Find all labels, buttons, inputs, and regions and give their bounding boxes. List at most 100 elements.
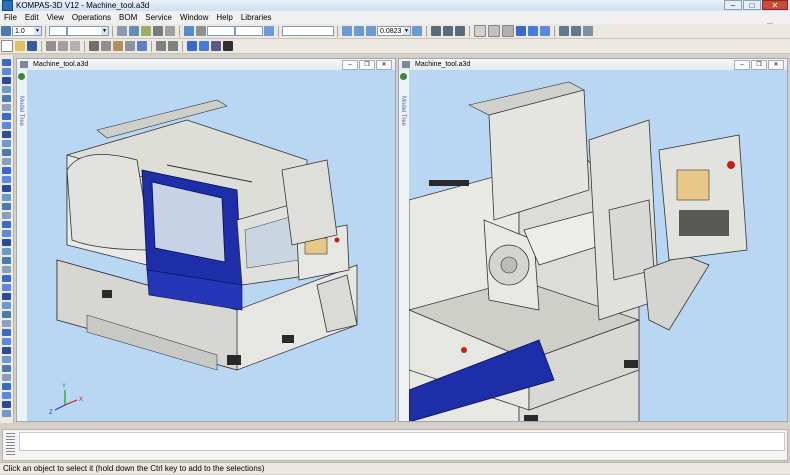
print-icon[interactable] (46, 41, 56, 51)
coord-y-field[interactable] (235, 26, 263, 36)
compact-tool-icon[interactable] (2, 131, 11, 138)
compact-tool-icon[interactable] (2, 203, 11, 210)
compact-tool-icon[interactable] (2, 122, 11, 129)
save-icon[interactable] (27, 41, 37, 51)
zoom-combo[interactable]: 0.0823 ▼ (377, 26, 411, 36)
pin-icon[interactable] (18, 73, 25, 80)
compact-tool-icon[interactable] (2, 401, 11, 408)
compact-tool-icon[interactable] (2, 293, 11, 300)
menu-operations[interactable]: Operations (68, 11, 115, 24)
library-icon[interactable] (199, 41, 209, 51)
filter-icon[interactable] (559, 26, 569, 36)
compact-tool-icon[interactable] (2, 347, 11, 354)
maximize-button[interactable]: □ (743, 0, 761, 10)
compact-tool-icon[interactable] (2, 392, 11, 399)
ortho-icon[interactable] (141, 26, 151, 36)
compact-tool-icon[interactable] (2, 338, 11, 345)
doc-close-button[interactable]: ✕ (768, 60, 784, 70)
menu-view[interactable]: View (43, 11, 68, 24)
orientation-icon[interactable] (455, 26, 465, 36)
compact-tool-icon[interactable] (2, 329, 11, 336)
menu-help[interactable]: Help (212, 11, 236, 24)
menu-libraries[interactable]: Libraries (237, 11, 276, 24)
panel-grip[interactable] (6, 433, 15, 455)
compact-tool-icon[interactable] (2, 140, 11, 147)
open-folder-icon[interactable] (15, 41, 25, 51)
compact-tool-icon[interactable] (2, 194, 11, 201)
compact-tool-icon[interactable] (2, 113, 11, 120)
style-combo[interactable]: ▼ (67, 26, 109, 36)
copy-icon[interactable] (101, 41, 111, 51)
variables-icon[interactable] (211, 41, 221, 51)
compact-tool-icon[interactable] (2, 185, 11, 192)
format-icon[interactable] (125, 41, 135, 51)
model-tree-label[interactable]: Model Tree (400, 96, 406, 126)
constraints-icon[interactable] (583, 26, 593, 36)
compact-tool-icon[interactable] (2, 149, 11, 156)
shaded-icon[interactable] (516, 26, 526, 36)
undo-icon[interactable] (156, 41, 166, 51)
zoom-in-icon[interactable] (342, 26, 352, 36)
compact-tool-icon[interactable] (2, 104, 11, 111)
panel-splitter[interactable] (0, 423, 790, 428)
compact-tool-icon[interactable] (2, 383, 11, 390)
snap-point-icon[interactable] (196, 26, 206, 36)
properties-field[interactable] (19, 432, 785, 451)
snap-icon[interactable] (1, 26, 11, 36)
viewport-3d-right[interactable] (409, 70, 787, 421)
compact-tool-icon[interactable] (2, 410, 11, 417)
model-tree-label[interactable]: Model Tree (18, 96, 24, 126)
properties-icon[interactable] (70, 41, 80, 51)
zoom-out-icon[interactable] (366, 26, 376, 36)
pin-icon[interactable] (400, 73, 407, 80)
compact-tool-icon[interactable] (2, 284, 11, 291)
step-combo[interactable]: 1.0 ▼ (12, 26, 42, 36)
compact-tool-icon[interactable] (2, 176, 11, 183)
local-cs-icon[interactable] (129, 26, 139, 36)
minimize-button[interactable]: – (724, 0, 742, 10)
close-button[interactable]: ✕ (762, 0, 788, 10)
perspective-icon[interactable] (540, 26, 550, 36)
compact-tool-icon[interactable] (2, 239, 11, 246)
doc-restore-button[interactable]: ❐ (359, 60, 375, 70)
grid-icon[interactable] (117, 26, 127, 36)
doc-close-button[interactable]: ✕ (376, 60, 392, 70)
compact-tool-icon[interactable] (2, 320, 11, 327)
menu-edit[interactable]: Edit (21, 11, 43, 24)
compact-tool-icon[interactable] (2, 257, 11, 264)
menu-bom[interactable]: BOM (115, 11, 141, 24)
hidden-lines-icon[interactable] (488, 25, 500, 37)
new-document-icon[interactable] (1, 40, 13, 52)
compact-tool-icon[interactable] (2, 95, 11, 102)
redo-icon[interactable] (168, 41, 178, 51)
thin-hidden-icon[interactable] (502, 25, 514, 37)
compact-tool-icon[interactable] (2, 68, 11, 75)
compact-tool-icon[interactable] (2, 221, 11, 228)
manager-icon[interactable] (187, 41, 197, 51)
compact-tool-icon[interactable] (2, 230, 11, 237)
doc-minimize-button[interactable]: – (734, 60, 750, 70)
selection-icon[interactable] (264, 26, 274, 36)
show-all-icon[interactable] (571, 26, 581, 36)
help-pointer-icon[interactable] (223, 41, 233, 51)
compact-tool-icon[interactable] (2, 374, 11, 381)
paste-icon[interactable] (113, 41, 123, 51)
view-orientation-combo[interactable] (282, 26, 334, 36)
compact-tool-icon[interactable] (2, 311, 11, 318)
select-all-icon[interactable] (137, 41, 147, 51)
compact-tool-icon[interactable] (2, 59, 11, 66)
compact-tool-icon[interactable] (2, 167, 11, 174)
menu-service[interactable]: Service (141, 11, 176, 24)
compact-tool-icon[interactable] (2, 248, 11, 255)
print-preview-icon[interactable] (58, 41, 68, 51)
doc-restore-button[interactable]: ❐ (751, 60, 767, 70)
rotate-icon[interactable] (443, 26, 453, 36)
cut-icon[interactable] (89, 41, 99, 51)
menu-window[interactable]: Window (176, 11, 212, 24)
compact-tool-icon[interactable] (2, 275, 11, 282)
cursor-icon[interactable] (184, 26, 194, 36)
pan-icon[interactable] (431, 26, 441, 36)
viewport-3d-left[interactable]: X Y Z (27, 70, 395, 421)
layer-combo[interactable] (49, 26, 67, 36)
compact-tool-icon[interactable] (2, 356, 11, 363)
